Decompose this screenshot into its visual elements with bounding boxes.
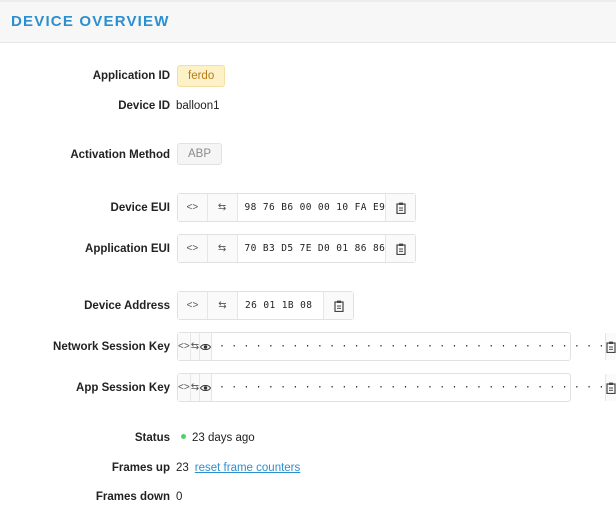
frames-up-value: 23 (176, 462, 189, 474)
swap-arrows-icon[interactable]: ⇆ (208, 292, 238, 319)
code-brackets-icon[interactable]: <> (178, 333, 191, 360)
eye-icon[interactable] (200, 374, 213, 401)
network-session-key-label: Network Session Key (53, 341, 170, 353)
status-value-group: 23 days ago (181, 432, 255, 444)
page-header: DEVICE OVERVIEW (0, 2, 616, 43)
application-eui-value[interactable]: 70 B3 D5 7E D0 01 86 86 (238, 235, 386, 262)
device-eui-field: <> ⇆ 98 76 B6 00 00 10 FA E9 (177, 193, 416, 222)
application-eui-label: Application EUI (85, 243, 170, 255)
activation-method-tag: ABP (177, 143, 223, 165)
status-value: 23 days ago (192, 432, 255, 444)
frames-down-label: Frames down (95, 491, 170, 503)
clipboard-icon[interactable] (604, 333, 616, 360)
clipboard-icon[interactable] (323, 292, 353, 319)
device-address-field: <> ⇆ 26 01 1B 08 (177, 291, 354, 320)
code-brackets-icon[interactable]: <> (178, 292, 208, 319)
code-brackets-icon[interactable]: <> (178, 194, 208, 221)
device-id-value: balloon1 (176, 100, 220, 112)
swap-arrows-icon[interactable]: ⇆ (190, 374, 201, 401)
swap-arrows-icon[interactable]: ⇆ (207, 235, 238, 262)
code-brackets-icon[interactable]: <> (178, 235, 208, 262)
status-indicator-dot (181, 434, 186, 440)
frames-up-group: 23 reset frame counters (176, 462, 300, 474)
application-eui-field: <> ⇆ 70 B3 D5 7E D0 01 86 86 (177, 234, 416, 263)
network-session-key-field: <> ⇆ · · · · · · · · · · · · · · · · · ·… (177, 332, 616, 361)
device-address-value[interactable]: 26 01 1B 08 (238, 292, 323, 319)
eye-icon[interactable] (200, 333, 213, 360)
network-session-key-value[interactable]: · · · · · · · · · · · · · · · · · · · · … (212, 333, 605, 360)
clipboard-icon[interactable] (604, 374, 616, 401)
application-id-label: Application ID (92, 70, 170, 82)
frames-down-value: 0 (176, 491, 183, 503)
activation-method-label: Activation Method (70, 149, 170, 161)
swap-arrows-icon[interactable]: ⇆ (190, 333, 201, 360)
clipboard-icon[interactable] (385, 194, 415, 221)
device-address-label: Device Address (84, 300, 170, 312)
app-session-key-field: <> ⇆ · · · · · · · · · · · · · · · · · ·… (177, 373, 616, 402)
swap-arrows-icon[interactable]: ⇆ (207, 194, 238, 221)
device-eui-value[interactable]: 98 76 B6 00 00 10 FA E9 (238, 194, 386, 221)
status-label: Status (134, 432, 170, 444)
clipboard-icon[interactable] (385, 235, 415, 262)
page-title: DEVICE OVERVIEW (11, 13, 170, 30)
device-eui-label: Device EUI (110, 202, 170, 214)
reset-frame-counters-link[interactable]: reset frame counters (195, 462, 300, 474)
frames-up-label: Frames up (111, 462, 170, 474)
app-session-key-value[interactable]: · · · · · · · · · · · · · · · · · · · · … (212, 374, 605, 401)
app-session-key-label: App Session Key (76, 382, 170, 394)
device-id-label: Device ID (118, 100, 170, 112)
application-id-tag[interactable]: ferdo (177, 65, 226, 87)
code-brackets-icon[interactable]: <> (178, 374, 191, 401)
